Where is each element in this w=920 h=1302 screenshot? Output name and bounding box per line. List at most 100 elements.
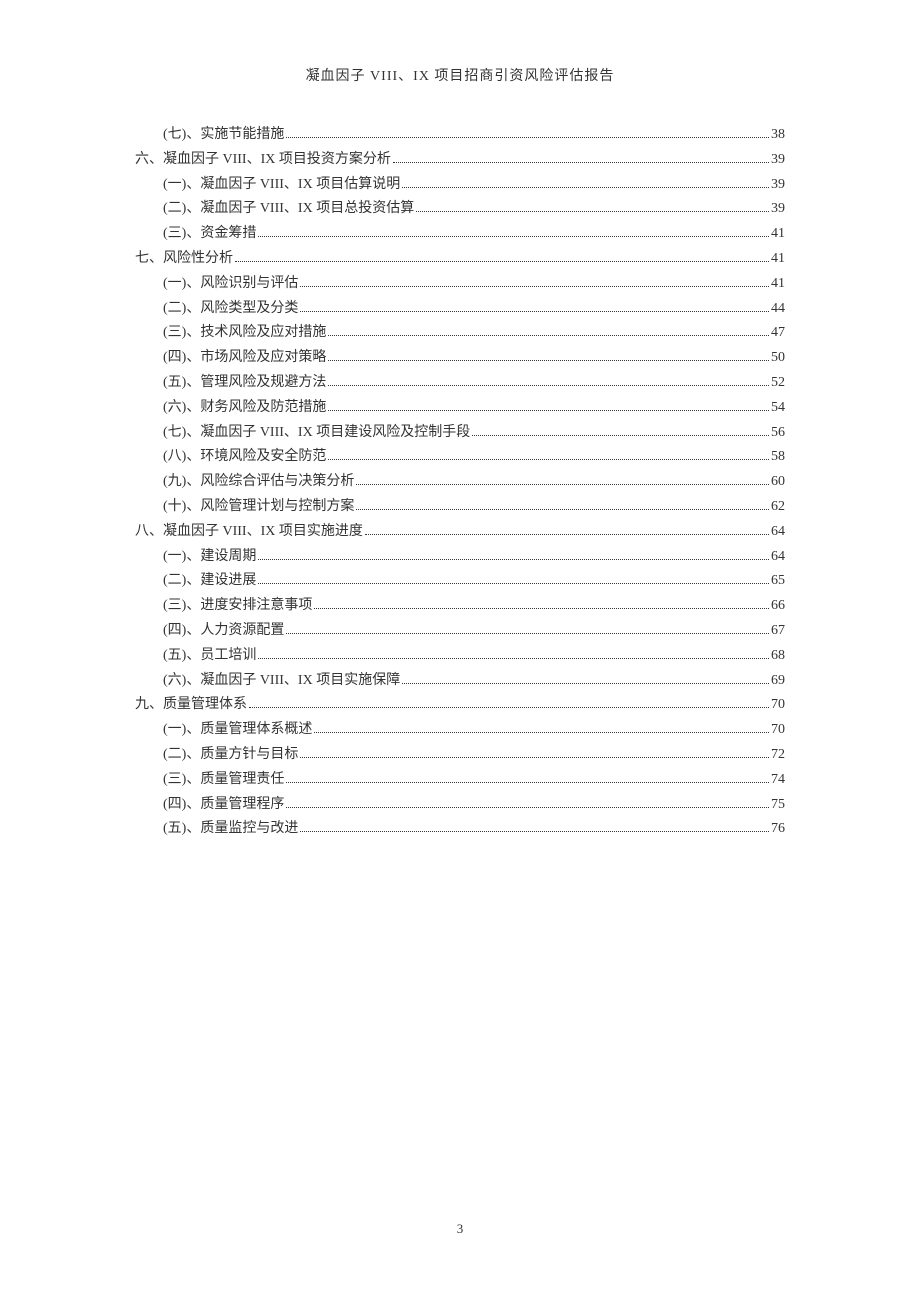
toc-leader-dots — [258, 559, 769, 560]
toc-entry-label: (一)、风险识别与评估 — [163, 272, 298, 296]
toc-entry: (二)、建设进展65 — [163, 569, 785, 593]
toc-entry: (五)、质量监控与改进 76 — [163, 817, 785, 841]
toc-entry-page: 66 — [771, 594, 785, 618]
toc-leader-dots — [300, 311, 769, 312]
toc-entry: (三)、资金筹措 41 — [163, 222, 785, 246]
toc-entry-label: (六)、财务风险及防范措施 — [163, 396, 326, 420]
toc-entry-page: 44 — [771, 297, 785, 321]
toc-entry-page: 69 — [771, 669, 785, 693]
toc-entry-label: (七)、凝血因子 VIII、IX 项目建设风险及控制手段 — [163, 421, 470, 445]
toc-leader-dots — [472, 435, 769, 436]
toc-entry: (七)、实施节能措施 38 — [163, 123, 785, 147]
toc-entry: (四)、人力资源配置67 — [163, 619, 785, 643]
toc-entry-page: 41 — [771, 222, 785, 246]
table-of-contents: (七)、实施节能措施38六、凝血因子 VIII、IX 项目投资方案分析39(一)… — [135, 123, 785, 841]
toc-entry-label: 八、凝血因子 VIII、IX 项目实施进度 — [135, 520, 363, 544]
toc-leader-dots — [328, 385, 769, 386]
toc-entry-page: 56 — [771, 421, 785, 445]
toc-entry-page: 64 — [771, 520, 785, 544]
toc-entry-label: 九、质量管理体系 — [135, 693, 247, 717]
toc-entry-label: (九)、风险综合评估与决策分析 — [163, 470, 354, 494]
toc-leader-dots — [258, 583, 769, 584]
toc-entry-page: 70 — [771, 693, 785, 717]
toc-entry: (五)、员工培训68 — [163, 644, 785, 668]
toc-entry-label: (十)、风险管理计划与控制方案 — [163, 495, 354, 519]
toc-entry-label: (二)、质量方针与目标 — [163, 743, 298, 767]
toc-leader-dots — [314, 608, 769, 609]
toc-entry-label: (一)、质量管理体系概述 — [163, 718, 312, 742]
toc-entry: 七、风险性分析 41 — [135, 247, 785, 271]
toc-entry-label: (五)、管理风险及规避方法 — [163, 371, 326, 395]
toc-entry: (十)、风险管理计划与控制方案 62 — [163, 495, 785, 519]
toc-leader-dots — [365, 534, 769, 535]
toc-entry: (四)、质量管理程序 75 — [163, 793, 785, 817]
toc-entry: (七)、凝血因子 VIII、IX 项目建设风险及控制手段 56 — [163, 421, 785, 445]
page-header-title: 凝血因子 VIII、IX 项目招商引资风险评估报告 — [135, 65, 785, 85]
toc-leader-dots — [328, 335, 769, 336]
toc-leader-dots — [328, 360, 769, 361]
page-number: 3 — [0, 1221, 920, 1237]
toc-leader-dots — [286, 137, 769, 138]
toc-leader-dots — [258, 236, 769, 237]
toc-entry: (一)、建设周期64 — [163, 545, 785, 569]
toc-entry-page: 72 — [771, 743, 785, 767]
toc-entry-label: (五)、质量监控与改进 — [163, 817, 298, 841]
toc-leader-dots — [314, 732, 769, 733]
toc-entry-page: 39 — [771, 148, 785, 172]
toc-entry-label: (六)、凝血因子 VIII、IX 项目实施保障 — [163, 669, 400, 693]
toc-entry-page: 47 — [771, 321, 785, 345]
toc-leader-dots — [402, 187, 769, 188]
toc-leader-dots — [328, 410, 769, 411]
toc-leader-dots — [402, 683, 769, 684]
toc-entry: (三)、进度安排注意事项 66 — [163, 594, 785, 618]
toc-entry: (六)、凝血因子 VIII、IX 项目实施保障 69 — [163, 669, 785, 693]
document-page: 凝血因子 VIII、IX 项目招商引资风险评估报告 (七)、实施节能措施 38 六、… — [0, 0, 920, 841]
toc-entry: (二)、凝血因子 VIII、IX 项目总投资估算 39 — [163, 197, 785, 221]
toc-entry-page: 75 — [771, 793, 785, 817]
toc-entry: (九)、风险综合评估与决策分析 60 — [163, 470, 785, 494]
toc-entry-label: (三)、资金筹措 — [163, 222, 256, 246]
toc-leader-dots — [249, 707, 769, 708]
toc-entry: (三)、技术风险及应对措施47 — [163, 321, 785, 345]
toc-entry: (三)、质量管理责任74 — [163, 768, 785, 792]
toc-entry-page: 39 — [771, 197, 785, 221]
toc-entry-page: 39 — [771, 173, 785, 197]
toc-entry-page: 54 — [771, 396, 785, 420]
toc-leader-dots — [393, 162, 769, 163]
toc-entry: (六)、财务风险及防范措施 54 — [163, 396, 785, 420]
toc-entry-page: 50 — [771, 346, 785, 370]
toc-entry-label: 七、风险性分析 — [135, 247, 233, 271]
toc-entry: (四)、市场风险及应对策略 50 — [163, 346, 785, 370]
toc-entry-page: 38 — [771, 123, 785, 147]
toc-entry: (二)、风险类型及分类44 — [163, 297, 785, 321]
toc-entry-label: 六、凝血因子 VIII、IX 项目投资方案分析 — [135, 148, 391, 172]
toc-entry: (一)、凝血因子 VIII、IX 项目估算说明 39 — [163, 173, 785, 197]
toc-leader-dots — [286, 633, 769, 634]
toc-entry-page: 60 — [771, 470, 785, 494]
toc-entry-page: 62 — [771, 495, 785, 519]
toc-entry-page: 76 — [771, 817, 785, 841]
toc-entry-label: (一)、凝血因子 VIII、IX 项目估算说明 — [163, 173, 400, 197]
toc-entry-label: (三)、进度安排注意事项 — [163, 594, 312, 618]
toc-entry: (五)、管理风险及规避方法 52 — [163, 371, 785, 395]
toc-entry: 九、质量管理体系 70 — [135, 693, 785, 717]
toc-entry: (一)、风险识别与评估41 — [163, 272, 785, 296]
toc-leader-dots — [286, 782, 769, 783]
toc-entry: (二)、质量方针与目标 72 — [163, 743, 785, 767]
toc-entry-label: (二)、凝血因子 VIII、IX 项目总投资估算 — [163, 197, 414, 221]
toc-entry-label: (八)、环境风险及安全防范 — [163, 445, 326, 469]
toc-entry-label: (一)、建设周期 — [163, 545, 256, 569]
toc-entry-label: (四)、市场风险及应对策略 — [163, 346, 326, 370]
toc-leader-dots — [286, 807, 769, 808]
toc-entry-page: 58 — [771, 445, 785, 469]
toc-entry-page: 41 — [771, 247, 785, 271]
toc-entry-label: (四)、质量管理程序 — [163, 793, 284, 817]
toc-entry-page: 52 — [771, 371, 785, 395]
toc-leader-dots — [356, 509, 769, 510]
toc-entry-page: 74 — [771, 768, 785, 792]
toc-leader-dots — [356, 484, 769, 485]
toc-entry-label: (七)、实施节能措施 — [163, 123, 284, 147]
toc-leader-dots — [300, 286, 769, 287]
toc-entry: 八、凝血因子 VIII、IX 项目实施进度 64 — [135, 520, 785, 544]
toc-entry-page: 65 — [771, 569, 785, 593]
